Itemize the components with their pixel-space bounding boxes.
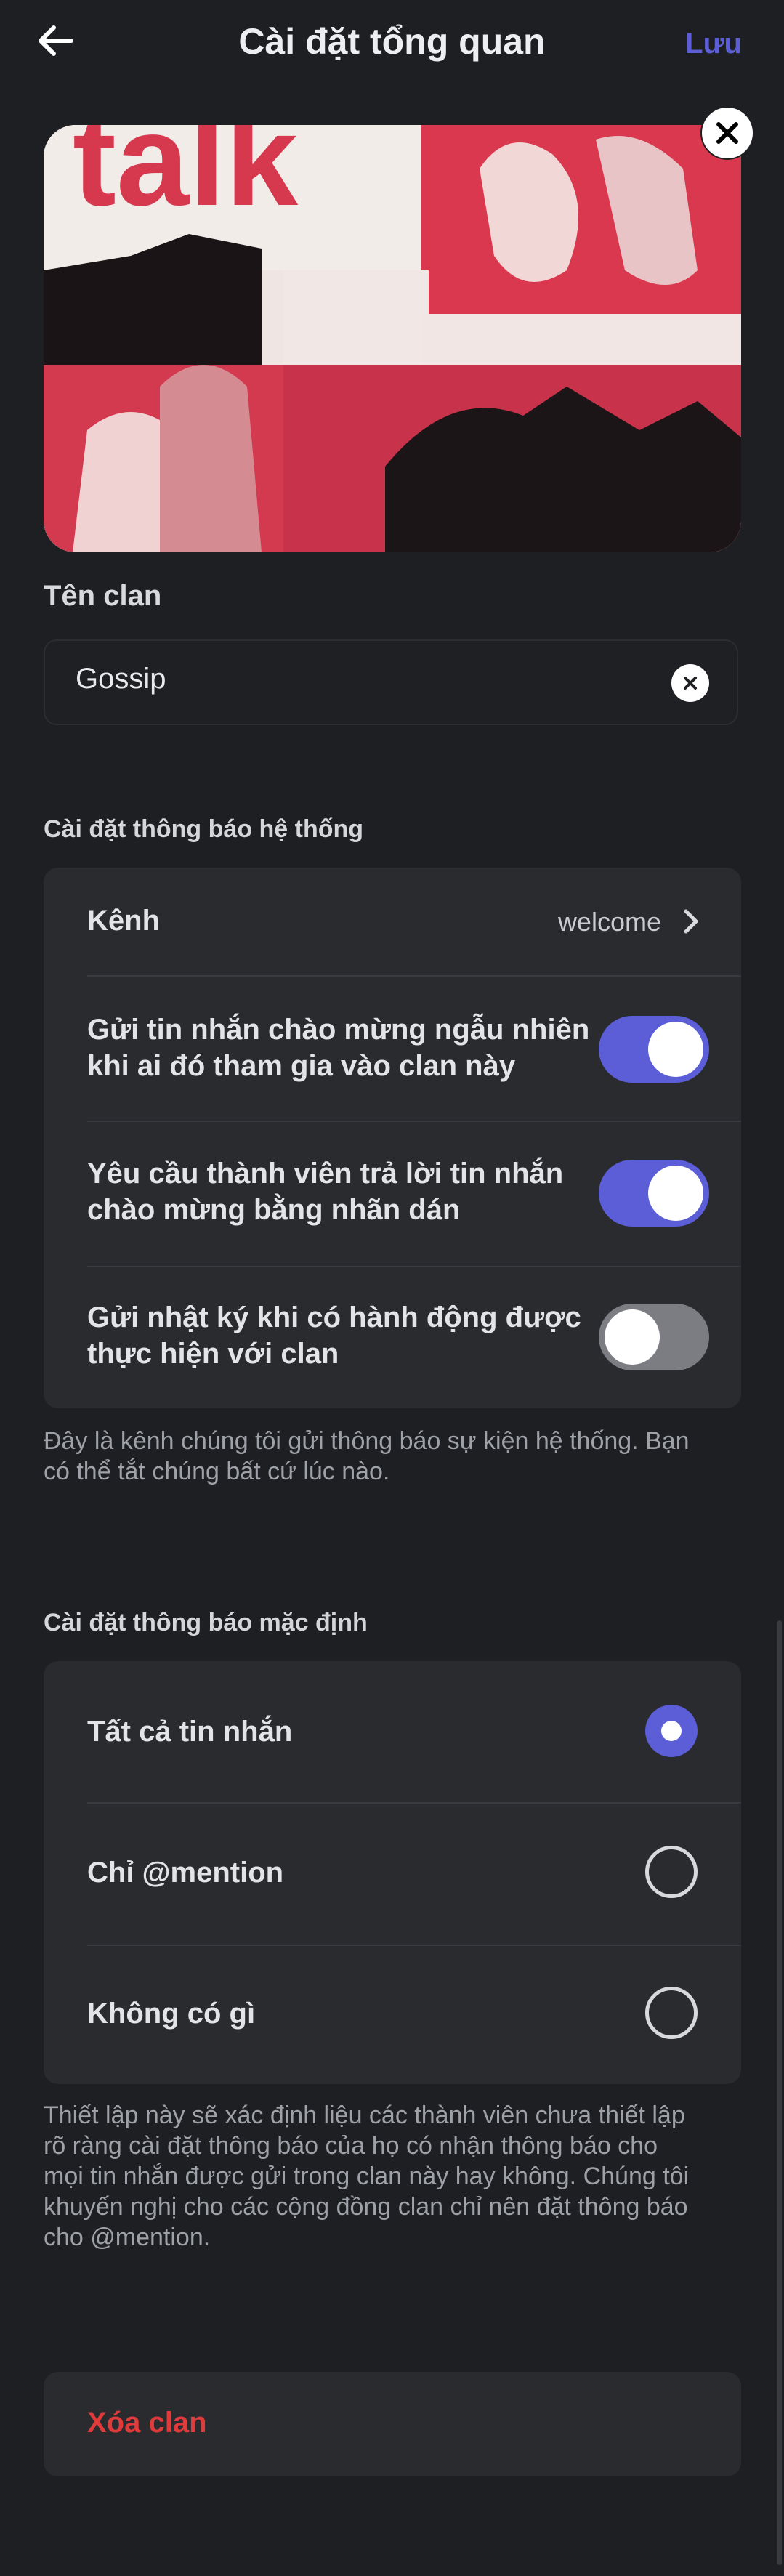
radio-selected[interactable] bbox=[645, 1705, 698, 1757]
option-label: Chỉ @mention bbox=[87, 1857, 284, 1889]
option-label: Tất cả tin nhắn bbox=[87, 1716, 293, 1748]
toggle-label-welcome: Gửi tin nhắn chào mừng ngẫu nhiên khi ai… bbox=[87, 1014, 590, 1082]
scrollbar[interactable] bbox=[777, 1620, 782, 2565]
delete-clan-button[interactable]: Xóa clan bbox=[44, 2372, 741, 2476]
chevron-right-icon bbox=[680, 907, 700, 940]
clear-input-icon[interactable] bbox=[671, 664, 709, 702]
default-notifications-description: Thiết lập này sẽ xác định liệu các thành… bbox=[44, 2101, 690, 2251]
clan-name-field[interactable]: Gossip bbox=[44, 639, 738, 725]
clan-banner-image[interactable]: talk bbox=[44, 125, 741, 552]
toggle-label-action-log: Gửi nhật ký khi có hành động được thực h… bbox=[87, 1301, 581, 1370]
option-nothing[interactable]: Không có gì bbox=[44, 1946, 741, 2084]
channel-value: welcome bbox=[557, 907, 661, 937]
toggle-row-sticker-reply: Yêu cầu thành viên trả lời tin nhắn chào… bbox=[44, 1122, 741, 1266]
sticker-reply-toggle[interactable] bbox=[599, 1160, 709, 1227]
delete-clan-label: Xóa clan bbox=[87, 2407, 207, 2439]
toggle-label-sticker-reply: Yêu cầu thành viên trả lời tin nhắn chào… bbox=[87, 1158, 564, 1226]
toggle-row-welcome: Gửi tin nhắn chào mừng ngẫu nhiên khi ai… bbox=[44, 977, 741, 1121]
radio-unselected[interactable] bbox=[645, 1987, 698, 2039]
remove-banner-button[interactable] bbox=[702, 108, 753, 158]
clan-name-label: Tên clan bbox=[44, 580, 162, 612]
banner-art-text: talk bbox=[73, 125, 299, 233]
header: Cài đặt tổng quan Lưu bbox=[0, 0, 784, 87]
clan-name-input[interactable]: Gossip bbox=[76, 663, 166, 695]
default-notifications-label: Cài đặt thông báo mặc định bbox=[44, 1609, 368, 1636]
toggle-row-action-log: Gửi nhật ký khi có hành động được thực h… bbox=[44, 1267, 741, 1408]
action-log-toggle[interactable] bbox=[599, 1304, 709, 1370]
system-notifications-label: Cài đặt thông báo hệ thống bbox=[44, 815, 364, 843]
default-notifications-card: Tất cả tin nhắn Chỉ @mention Không có gì bbox=[44, 1661, 741, 2084]
system-notifications-description: Đây là kênh chúng tôi gửi thông báo sự k… bbox=[44, 1427, 690, 1485]
option-mentions-only[interactable]: Chỉ @mention bbox=[44, 1804, 741, 1945]
option-all-messages[interactable]: Tất cả tin nhắn bbox=[44, 1661, 741, 1802]
channel-label: Kênh bbox=[87, 905, 160, 937]
save-button[interactable]: Lưu bbox=[685, 28, 742, 60]
radio-unselected[interactable] bbox=[645, 1846, 698, 1898]
page-title: Cài đặt tổng quan bbox=[238, 21, 546, 62]
option-label: Không có gì bbox=[87, 1998, 256, 2030]
close-icon bbox=[716, 122, 738, 144]
welcome-message-toggle[interactable] bbox=[599, 1016, 709, 1083]
system-notifications-card: Kênh welcome Gửi tin nhắn chào mừng ngẫu… bbox=[44, 868, 741, 1408]
channel-row[interactable]: Kênh welcome bbox=[44, 868, 741, 975]
